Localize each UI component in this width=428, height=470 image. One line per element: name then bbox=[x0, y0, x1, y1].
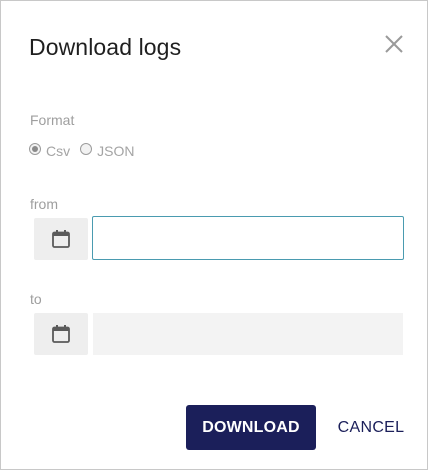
from-date-input[interactable] bbox=[92, 216, 404, 260]
calendar-icon bbox=[52, 230, 70, 248]
radio-option-csv[interactable]: Csv bbox=[29, 142, 70, 160]
from-label: from bbox=[30, 196, 58, 212]
cancel-button[interactable]: CANCEL bbox=[331, 405, 411, 450]
format-label: Format bbox=[30, 112, 75, 128]
radio-option-json[interactable]: JSON bbox=[80, 142, 134, 160]
format-radio-group: Csv JSON bbox=[29, 140, 144, 162]
close-button[interactable] bbox=[381, 31, 407, 57]
radio-json-indicator[interactable] bbox=[80, 143, 93, 155]
radio-csv-label: Csv bbox=[46, 143, 71, 159]
dialog-title: Download logs bbox=[29, 34, 182, 60]
radio-csv-indicator[interactable] bbox=[29, 143, 41, 155]
radio-json-label: JSON bbox=[97, 143, 135, 159]
from-calendar-button[interactable] bbox=[34, 218, 88, 260]
to-date-input[interactable] bbox=[93, 313, 403, 355]
close-icon bbox=[385, 35, 403, 53]
to-calendar-button[interactable] bbox=[34, 313, 88, 355]
calendar-icon bbox=[52, 325, 70, 343]
download-button[interactable]: DOWNLOAD bbox=[186, 405, 316, 450]
download-logs-dialog: Download logs Format Csv JSON from to DO… bbox=[0, 0, 428, 470]
to-label: to bbox=[30, 291, 42, 307]
